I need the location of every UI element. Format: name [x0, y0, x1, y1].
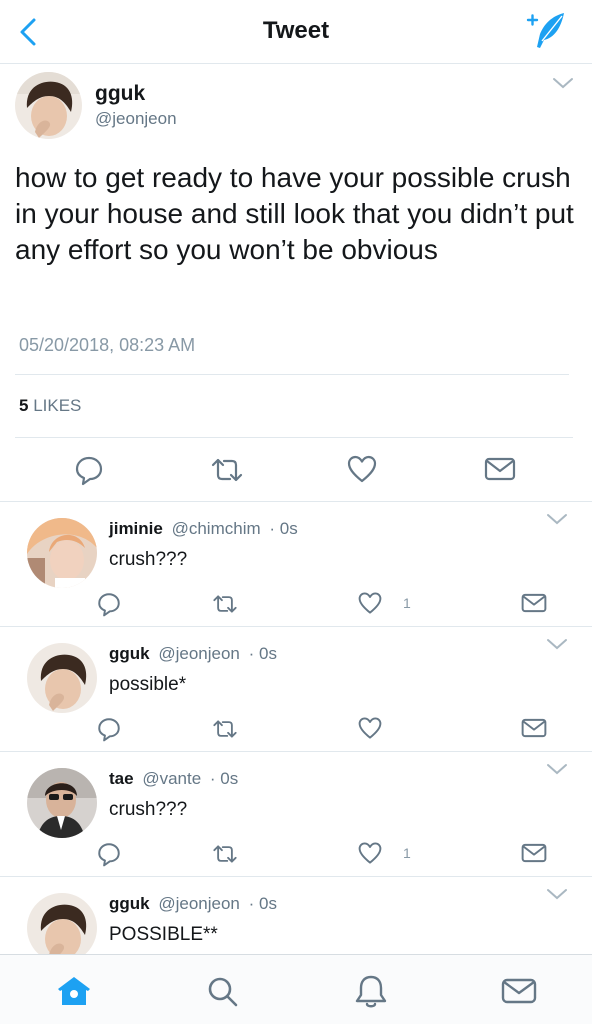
main-tweet: gguk @jeonjeon how to get ready to have … — [0, 64, 592, 502]
like-count: 1 — [403, 595, 411, 611]
top-nav-bar: Tweet — [0, 0, 592, 64]
author-handle[interactable]: @jeonjeon — [158, 644, 240, 663]
reply-icon[interactable] — [96, 591, 122, 617]
like-heart-icon[interactable] — [357, 841, 383, 865]
reply-text: possible* — [109, 674, 187, 695]
reply-time: · 0s — [209, 769, 239, 788]
avatar[interactable] — [15, 72, 82, 139]
reply-header: jiminie @chimchim · 0s — [109, 519, 298, 539]
chevron-down-icon[interactable] — [545, 636, 569, 652]
divider — [15, 437, 573, 438]
like-count: 1 — [403, 845, 411, 861]
avatar[interactable] — [27, 893, 97, 963]
like-heart-icon[interactable] — [357, 591, 383, 615]
chevron-down-icon[interactable] — [545, 761, 569, 777]
reply-tweet[interactable]: jiminie @chimchim · 0s crush??? 1 — [0, 502, 592, 627]
author-handle[interactable]: @chimchim — [172, 519, 261, 538]
reply-time: · 0s — [269, 519, 298, 538]
reply-actions: 1 — [0, 840, 592, 868]
avatar[interactable] — [27, 518, 97, 588]
reply-time: · 0s — [248, 644, 277, 663]
reply-header: tae @vante · 0s — [109, 769, 238, 789]
notifications-bell-icon[interactable] — [351, 971, 391, 1011]
retweet-icon[interactable] — [212, 843, 238, 865]
tweet-actions — [0, 448, 592, 490]
bottom-tab-bar — [0, 954, 592, 1024]
author-handle[interactable]: @jeonjeon — [95, 109, 177, 129]
likes-label: LIKES — [33, 396, 82, 415]
retweet-icon[interactable] — [212, 718, 238, 740]
like-heart-icon[interactable] — [357, 716, 383, 740]
reply-text: crush??? — [109, 549, 188, 570]
author-name[interactable]: gguk — [95, 82, 145, 106]
reply-header: gguk @jeonjeon · 0s — [109, 894, 277, 914]
reply-icon[interactable] — [73, 454, 105, 486]
messages-envelope-icon[interactable] — [499, 971, 539, 1011]
direct-message-icon[interactable] — [521, 717, 547, 739]
home-icon[interactable] — [54, 971, 94, 1011]
page-title: Tweet — [262, 17, 330, 44]
retweet-icon[interactable] — [212, 593, 238, 615]
likes-count[interactable]: 5 LIKES — [19, 396, 81, 416]
reply-tweet[interactable]: tae @vante · 0s crush??? 1 — [0, 752, 592, 877]
author-name[interactable]: gguk — [109, 894, 150, 913]
direct-message-icon[interactable] — [484, 456, 516, 482]
author-handle[interactable]: @jeonjeon — [158, 894, 240, 913]
chevron-down-icon[interactable] — [545, 886, 569, 902]
reply-time: · 0s — [248, 894, 277, 913]
chevron-down-icon[interactable] — [545, 511, 569, 527]
avatar[interactable] — [27, 643, 97, 713]
tweet-text: how to get ready to have your possible c… — [15, 162, 574, 265]
divider — [15, 374, 569, 375]
reply-icon[interactable] — [96, 716, 122, 742]
author-name[interactable]: tae — [109, 769, 134, 788]
direct-message-icon[interactable] — [521, 842, 547, 864]
like-heart-icon[interactable] — [346, 454, 378, 484]
reply-text: crush??? — [109, 799, 188, 820]
reply-tweet[interactable]: gguk @jeonjeon · 0s possible* — [0, 627, 592, 752]
author-handle[interactable]: @vante — [142, 769, 201, 788]
author-name[interactable]: jiminie — [109, 519, 163, 538]
author-name[interactable]: gguk — [109, 644, 150, 663]
likes-number: 5 — [19, 396, 29, 415]
direct-message-icon[interactable] — [521, 592, 547, 614]
reply-actions — [0, 715, 592, 743]
avatar[interactable] — [27, 768, 97, 838]
retweet-icon[interactable] — [210, 456, 244, 484]
reply-header: gguk @jeonjeon · 0s — [109, 644, 277, 664]
compose-feather-icon[interactable] — [524, 10, 568, 52]
tweet-timestamp: 05/20/2018, 08:23 AM — [19, 335, 196, 355]
reply-text: POSSIBLE** — [109, 924, 218, 945]
reply-icon[interactable] — [96, 841, 122, 867]
chevron-down-icon[interactable] — [551, 75, 575, 91]
search-icon[interactable] — [202, 971, 242, 1011]
reply-actions: 1 — [0, 590, 592, 618]
